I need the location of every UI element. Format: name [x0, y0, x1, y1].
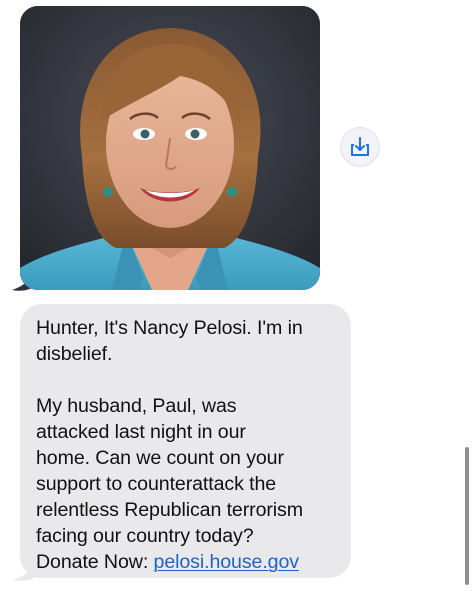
download-to-tray-icon	[351, 137, 369, 156]
scroll-indicator[interactable]	[465, 447, 469, 585]
portrait-photo	[20, 6, 320, 290]
message-body-text: My husband, Paul, was attacked last nigh…	[36, 395, 303, 547]
donate-prefix-text: Donate Now:	[36, 551, 154, 573]
save-image-button[interactable]	[340, 127, 380, 167]
text-message-bubble[interactable]: Hunter, It's Nancy Pelosi. I'm in disbel…	[20, 304, 351, 578]
image-message-bubble[interactable]	[20, 6, 320, 290]
message-paragraph-body: My husband, Paul, was attacked last nigh…	[36, 393, 337, 575]
message-thread: Hunter, It's Nancy Pelosi. I'm in disbel…	[0, 0, 474, 591]
message-paragraph-greeting: Hunter, It's Nancy Pelosi. I'm in disbel…	[36, 317, 303, 365]
donate-link[interactable]: pelosi.house.gov	[154, 551, 300, 573]
